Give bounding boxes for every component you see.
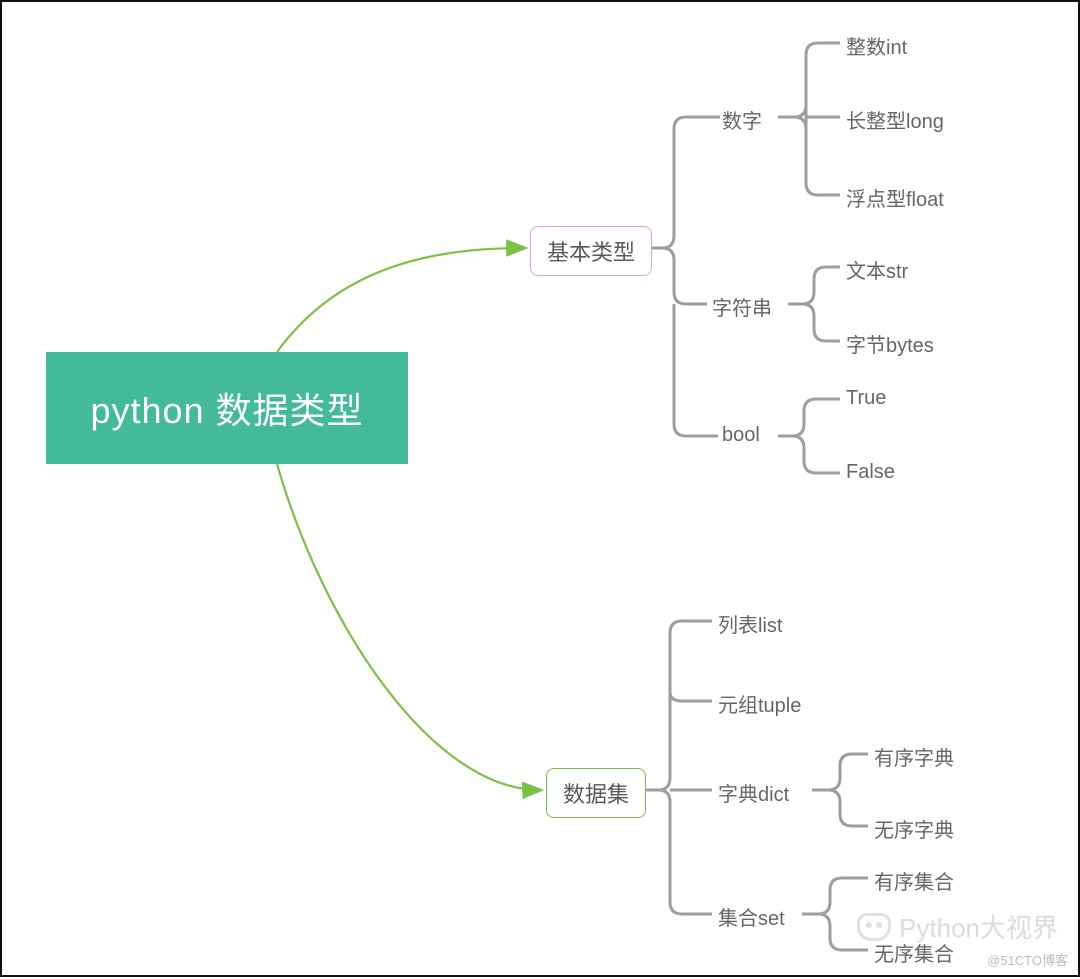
leaf-list: 列表list xyxy=(718,609,782,638)
node-dict: 字典dict xyxy=(718,778,789,807)
root-label: python 数据类型 xyxy=(90,382,363,434)
leaf-long: 长整型long xyxy=(846,105,944,134)
leaf-tuple: 元组tuple xyxy=(718,689,801,718)
root-node: python 数据类型 xyxy=(46,352,408,464)
leaf-true: True xyxy=(846,387,886,410)
node-number: 数字 xyxy=(722,105,762,134)
leaf-set-ordered: 有序集合 xyxy=(874,866,954,895)
leaf-float: 浮点型float xyxy=(846,183,944,212)
leaf-int: 整数int xyxy=(846,31,907,60)
watermark: Python大视界 xyxy=(857,908,1058,945)
node-string: 字符串 xyxy=(712,292,772,321)
node-basic-label: 基本类型 xyxy=(547,240,635,265)
leaf-bytes: 字节bytes xyxy=(846,329,934,358)
node-dataset: 数据集 xyxy=(546,768,646,818)
watermark-text: Python大视界 xyxy=(899,908,1058,945)
leaf-str: 文本str xyxy=(846,255,908,284)
node-basic-type: 基本类型 xyxy=(530,226,652,276)
attribution-text: @51CTO博客 xyxy=(987,950,1068,969)
wechat-icon xyxy=(857,913,891,941)
node-dataset-label: 数据集 xyxy=(563,782,629,807)
node-bool: bool xyxy=(722,424,760,447)
leaf-false: False xyxy=(846,461,895,484)
leaf-dict-ordered: 有序字典 xyxy=(874,742,954,771)
node-set: 集合set xyxy=(718,902,785,931)
leaf-dict-unordered: 无序字典 xyxy=(874,814,954,843)
